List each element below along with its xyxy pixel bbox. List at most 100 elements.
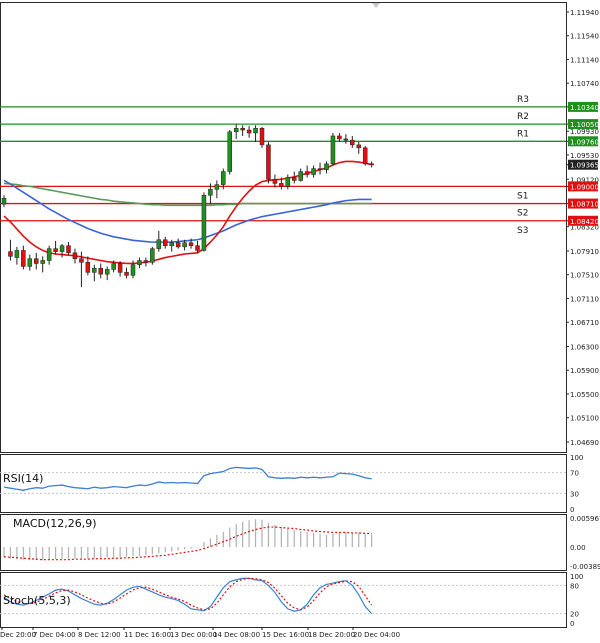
level-label-s3: S3 <box>517 226 528 236</box>
price-axis-label: 1.07510 <box>570 272 599 280</box>
time-axis-label: 11 Dec 16:00 <box>124 631 171 639</box>
candle-body <box>14 250 20 258</box>
candle-body <box>343 138 349 141</box>
candle-body <box>175 242 181 248</box>
candle-body <box>130 264 136 276</box>
candle-body <box>201 195 207 251</box>
time-axis-label: Dec 20:00 <box>0 631 36 639</box>
price-tag-label: 1.10340 <box>570 104 599 112</box>
candle-body <box>182 242 187 248</box>
price-tag-label: 1.09760 <box>570 138 599 146</box>
candle-body <box>253 127 258 134</box>
candle-body <box>34 258 39 264</box>
candle-body <box>337 135 342 140</box>
candle-body <box>362 147 368 165</box>
candle-body <box>124 272 129 276</box>
time-axis-label: 14 Dec 08:00 <box>213 631 260 639</box>
level-label-r1: R1 <box>517 129 529 139</box>
candle-body <box>72 252 78 259</box>
stoch-axis-label: 0 <box>570 620 574 628</box>
level-label-r2: R2 <box>517 112 529 122</box>
x-axis: Dec 20:007 Dec 04:00 8 Dec 12:00 11 Dec 16… <box>0 627 400 639</box>
candle-body <box>66 245 71 254</box>
price-tag-label: 1.10050 <box>570 121 599 129</box>
candle-body <box>104 269 110 275</box>
candle-body <box>169 242 174 246</box>
stoch-axis-label: 80 <box>570 582 579 590</box>
candle-body <box>46 248 52 261</box>
candle-body <box>214 184 220 190</box>
candle-body <box>259 127 265 146</box>
candle-body <box>85 262 91 273</box>
candle-body <box>272 179 278 184</box>
candle-body <box>117 263 123 273</box>
time-axis-label: 8 Dec 12:00 <box>78 631 121 639</box>
price-axis-label: 1.05500 <box>570 391 599 399</box>
candle-body <box>59 245 65 252</box>
stoch-axis-label: 20 <box>570 611 579 619</box>
price-axis-label: 1.10740 <box>570 80 599 88</box>
candle-body <box>27 258 33 267</box>
candle-body <box>292 177 297 181</box>
candle-body <box>356 144 361 149</box>
candle-body <box>279 183 284 187</box>
candle-body <box>227 131 232 172</box>
candle-body <box>208 189 213 196</box>
candle-body <box>92 267 97 273</box>
candle-body <box>240 127 245 131</box>
candle-body <box>330 135 336 165</box>
price-axis-label: 1.04690 <box>570 439 599 447</box>
candle-body <box>163 239 168 246</box>
candle-body <box>369 163 374 166</box>
price-axis-label: 1.05900 <box>570 367 599 375</box>
price-tag-label: 1.09000 <box>570 183 599 191</box>
candle-body <box>298 171 303 181</box>
rsi-axis-label: 70 <box>570 470 579 478</box>
candle-body <box>79 258 84 263</box>
candle-body <box>8 251 13 257</box>
rsi-title: RSI(14) <box>3 472 43 485</box>
price-tag-label: 1.08420 <box>570 218 599 226</box>
price-tag-label: 1.09365 <box>570 162 599 170</box>
chart-stage: 1.11940 1.11540 1.11140 1.10740 1.10340 1.100… <box>0 2 600 639</box>
candle-body <box>304 171 310 175</box>
level-label-r3: R3 <box>517 95 529 105</box>
candle-body <box>98 267 103 275</box>
macd-axis-label: 0.005967 <box>570 515 600 523</box>
panel-border <box>0 454 567 513</box>
rsi-axis-label: 100 <box>570 454 583 462</box>
candle-body <box>188 242 194 246</box>
candle-body <box>1 197 7 205</box>
candle-body <box>137 260 142 265</box>
candle-body <box>221 171 226 185</box>
candle-body <box>53 248 58 252</box>
price-axis-label: 1.06300 <box>570 344 599 352</box>
candle-body <box>311 168 316 175</box>
panel-frames <box>0 2 567 628</box>
candle-body <box>195 245 200 251</box>
price-axis-label: 1.06710 <box>570 319 599 327</box>
candle-body <box>21 250 26 267</box>
candle-body <box>111 263 116 270</box>
stoch-title: Stoch(5,5,3) <box>3 594 71 607</box>
candle-body <box>233 127 239 133</box>
price-axis-label: 1.09530 <box>570 152 599 160</box>
candle-body <box>150 248 155 263</box>
candle-body <box>143 260 149 263</box>
time-axis-label: 13 Dec 00:00 <box>170 631 217 639</box>
rsi-axis-label: 30 <box>570 490 579 498</box>
candle-body <box>246 129 252 134</box>
candle-body <box>285 177 291 187</box>
rsi-axis-label: 0 <box>570 506 574 514</box>
macd-title: MACD(12,26,9) <box>13 517 97 530</box>
level-label-s2: S2 <box>517 209 528 219</box>
price-axis-label: 1.07910 <box>570 248 599 256</box>
candle-body <box>317 168 323 171</box>
price-axis-label: 1.07110 <box>570 295 599 303</box>
candle-body <box>156 239 162 249</box>
price-axis-label: 1.11940 <box>570 9 599 17</box>
candle-body <box>350 139 355 146</box>
candle-body <box>324 163 329 171</box>
time-axis-label: 15 Dec 16:00 <box>262 631 309 639</box>
price-axis-label: 1.09930 <box>570 128 599 136</box>
